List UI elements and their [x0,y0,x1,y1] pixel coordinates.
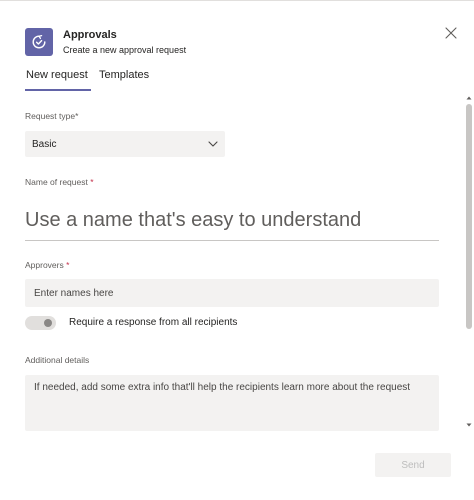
approvers-label-text: Approvers [25,260,64,270]
approvals-icon [25,28,53,56]
require-all-toggle[interactable] [25,316,56,330]
request-type-label: Request type* [25,111,78,121]
app-title: Approvals [63,29,117,41]
tab-new-request[interactable]: New request [26,69,88,81]
request-name-label: Name of request * [25,177,94,187]
approvals-dialog: Approvals Create a new approval request … [0,0,474,500]
chevron-down-icon [208,141,218,147]
require-all-label: Require a response from all recipients [69,317,238,328]
request-type-required-mark: * [75,111,79,121]
send-button[interactable]: Send [375,453,451,477]
scroll-up-arrow-icon[interactable] [466,95,472,101]
scrollbar-thumb[interactable] [466,104,472,329]
active-tab-indicator [25,89,91,91]
details-textarea[interactable] [25,375,439,431]
scroll-down-arrow-icon[interactable] [466,422,472,428]
approvers-required-mark: * [66,260,70,270]
request-name-label-text: Name of request [25,177,88,187]
close-button[interactable] [443,25,459,41]
tab-templates[interactable]: Templates [99,69,149,81]
request-name-input[interactable] [25,201,439,241]
app-subtitle: Create a new approval request [63,45,187,55]
request-type-select[interactable]: Basic [25,131,225,157]
toggle-knob [44,319,52,327]
request-type-value: Basic [32,138,57,150]
close-icon [445,27,457,39]
request-type-label-text: Request type [25,111,76,121]
approvers-input[interactable] [25,279,439,307]
details-label: Additional details [25,355,90,365]
approvers-label: Approvers * [25,260,69,270]
request-name-required-mark: * [90,177,94,187]
